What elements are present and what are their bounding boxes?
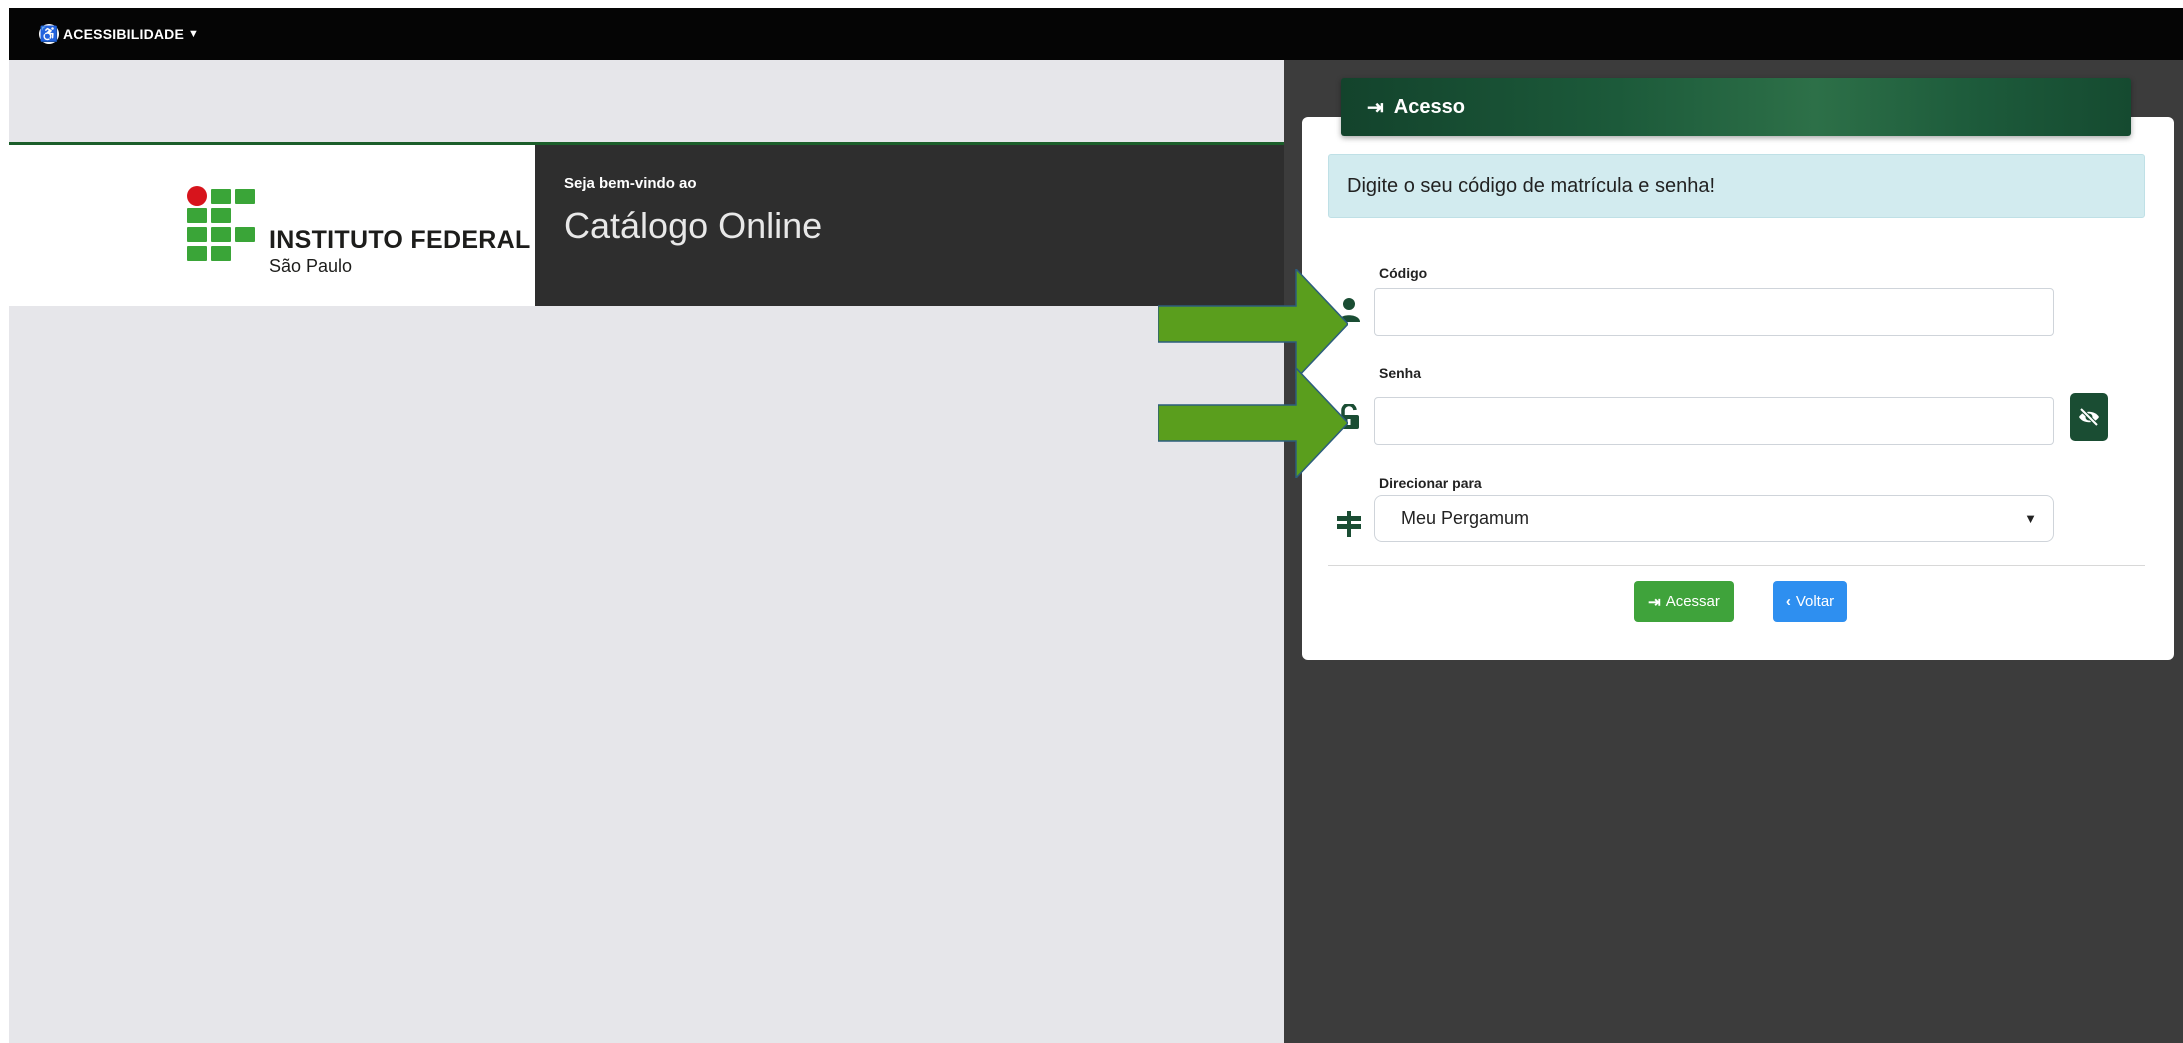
toggle-password-button[interactable] (2070, 393, 2108, 441)
direcionar-selected-value: Meu Pergamum (1401, 508, 1530, 528)
eye-slash-icon (2079, 408, 2099, 426)
voltar-button[interactable]: ‹ Voltar (1773, 581, 1847, 622)
welcome-greeting: Seja bem-vindo ao (564, 175, 697, 192)
welcome-banner: INSTITUTO FEDERAL São Paulo Seja bem-vin… (9, 142, 1284, 306)
catalog-title: Catálogo Online (564, 205, 823, 246)
signpost-icon (1335, 510, 1363, 538)
chevron-down-icon: ▼ (188, 28, 200, 40)
senha-input[interactable] (1374, 397, 2054, 445)
login-card-title: Acesso (1393, 95, 1465, 118)
annotation-arrow-codigo (1158, 269, 1348, 379)
voltar-label: Voltar (1795, 593, 1835, 610)
direcionar-label: Direcionar para (1379, 475, 1482, 491)
codigo-input[interactable] (1374, 288, 2054, 336)
accessibility-menu[interactable]: ♿ ACESSIBILIDADE ▼ (39, 24, 199, 44)
sign-in-icon: ⇥ (1648, 593, 1661, 611)
direcionar-select[interactable]: Meu Pergamum ▼ (1374, 495, 2054, 542)
chevron-down-icon: ▼ (2024, 511, 2037, 526)
logo-subtitle: São Paulo (269, 256, 353, 276)
logo-title: INSTITUTO FEDERAL (269, 226, 531, 254)
acessar-label: Acessar (1665, 593, 1720, 610)
acessar-button[interactable]: ⇥ Acessar (1634, 581, 1734, 622)
top-bar: ♿ ACESSIBILIDADE ▼ (9, 8, 2183, 60)
info-alert: Digite o seu código de matrícula e senha… (1328, 154, 2145, 218)
form-divider (1328, 565, 2145, 566)
info-alert-text: Digite o seu código de matrícula e senha… (1347, 174, 1715, 197)
logo-box: INSTITUTO FEDERAL São Paulo (9, 145, 535, 306)
accessibility-icon: ♿ (39, 24, 59, 44)
senha-label: Senha (1379, 365, 1422, 381)
sign-in-icon: ⇥ (1367, 96, 1384, 119)
accessibility-label: ACESSIBILIDADE (63, 26, 185, 42)
chevron-left-icon: ‹ (1785, 593, 1791, 610)
login-card-header: ⇥ Acesso (1341, 78, 2131, 136)
codigo-label: Código (1379, 265, 1428, 281)
annotation-arrow-senha (1158, 368, 1348, 478)
